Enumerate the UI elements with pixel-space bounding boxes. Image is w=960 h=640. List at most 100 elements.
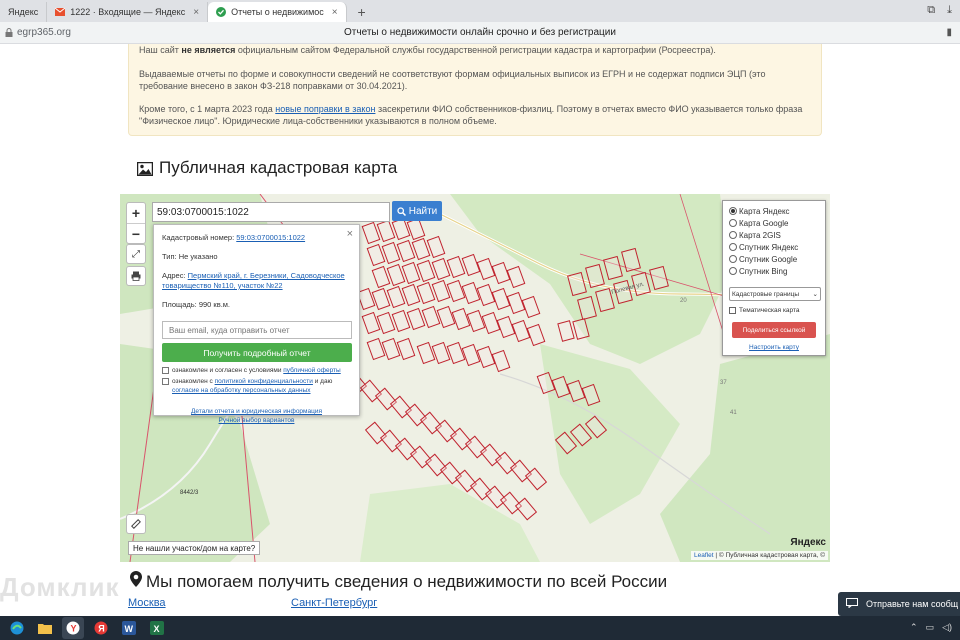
radio-button[interactable]: [729, 255, 737, 263]
system-tray: ⌃ ▭ ◁): [910, 622, 952, 633]
mail-icon: [55, 7, 66, 17]
yandex-icon[interactable]: Я: [90, 617, 112, 639]
map-attribution: Leaflet | © Публичная кадастровая карта,…: [691, 551, 828, 560]
layer-label: Спутник Bing: [739, 266, 788, 276]
privacy-checkbox[interactable]: [162, 378, 169, 385]
cadastral-search-input[interactable]: [152, 202, 390, 222]
layer-option-yandex-satellite[interactable]: Спутник Яндекс: [729, 241, 819, 253]
watermark: Домклик: [0, 572, 120, 602]
leaflet-link[interactable]: Leaflet: [694, 552, 714, 559]
radio-button[interactable]: [729, 243, 737, 251]
radio-button[interactable]: [729, 219, 737, 227]
ruler-icon: [131, 519, 141, 529]
tab-egrp[interactable]: Отчеты о недвижимос ×: [208, 2, 347, 22]
personal-data-consent-link[interactable]: согласие на обработку персональных данны…: [172, 387, 311, 394]
report-details-link[interactable]: Детали отчета и юридическая информация: [191, 408, 322, 415]
collections-icon[interactable]: ⧉: [927, 4, 935, 17]
layer-option-2gis-map[interactable]: Карта 2GIS: [729, 229, 819, 241]
chevron-down-icon: ⌄: [812, 291, 818, 298]
chevron-up-icon[interactable]: ⌃: [910, 622, 918, 633]
svg-text:Y: Y: [71, 624, 77, 634]
download-icon[interactable]: ⤓: [947, 4, 952, 17]
tab-label: 1222 · Входящие — Яндекс: [70, 7, 186, 17]
radio-button[interactable]: [729, 267, 737, 275]
layer-option-yandex-map[interactable]: Карта Яндекс: [729, 205, 819, 217]
notice-paragraph-1: Наш сайт не является официальным сайтом …: [139, 44, 809, 56]
overlay-select[interactable]: Кадастровые границы ⌄: [729, 287, 821, 301]
layer-option-bing-satellite[interactable]: Спутник Bing: [729, 265, 819, 277]
svg-text:37: 37: [720, 380, 727, 386]
city-link-moscow[interactable]: Москва: [128, 597, 166, 609]
yandex-logo[interactable]: Яндекс: [790, 537, 826, 548]
close-icon[interactable]: ×: [332, 7, 338, 18]
notice-paragraph-3: Кроме того, с 1 марта 2023 года новые по…: [139, 103, 809, 127]
radio-button[interactable]: [729, 207, 737, 215]
word-icon[interactable]: W: [118, 617, 140, 639]
expand-icon: ⤢: [132, 248, 140, 260]
excel-icon[interactable]: X: [146, 617, 168, 639]
chat-widget[interactable]: Отправьте нам сообщ: [838, 592, 960, 616]
tab-yandex[interactable]: Яндекс: [0, 2, 48, 22]
section-title-text: Публичная кадастровая карта: [159, 158, 398, 177]
ruler-button[interactable]: [126, 514, 146, 534]
file-explorer-icon[interactable]: [34, 617, 56, 639]
svg-text:X: X: [154, 624, 160, 634]
cadastral-map[interactable]: Полевая ул. 8442/3 20 37 41 + − ⤢ Найти …: [120, 194, 830, 562]
layer-option-google-map[interactable]: Карта Google: [729, 217, 819, 229]
address-link[interactable]: Пермский край, г. Березники, Садоводческ…: [162, 271, 345, 290]
close-icon[interactable]: ×: [347, 228, 353, 240]
privacy-label: и даю: [312, 378, 333, 385]
volume-icon[interactable]: ◁): [942, 622, 952, 633]
find-button-label: Найти: [408, 205, 438, 217]
cad-number-link[interactable]: 59:03:0700015:1022: [236, 233, 305, 242]
manual-choice-link[interactable]: Ручной выбор вариантов: [219, 417, 295, 424]
not-found-button[interactable]: Не нашли участок/дом на карте?: [128, 541, 261, 555]
network-icon[interactable]: ▭: [926, 622, 935, 633]
zoom-out-button[interactable]: −: [127, 223, 145, 243]
map-pin-icon: [130, 571, 142, 592]
notice-paragraph-2: Выдаваемые отчеты по форме и совокупност…: [139, 69, 766, 91]
find-button[interactable]: Найти: [392, 201, 442, 221]
yandex-browser-icon[interactable]: Y: [62, 617, 84, 639]
public-offer-link[interactable]: публичной оферты: [283, 367, 340, 374]
edge-icon[interactable]: [6, 617, 28, 639]
close-icon[interactable]: ×: [193, 7, 199, 18]
disclaimer-notice: Наш сайт не является официальным сайтом …: [128, 44, 822, 136]
notice-text: официальным сайтом Федеральной службы го…: [235, 45, 716, 55]
offer-checkbox[interactable]: [162, 367, 169, 374]
layer-label: Карта Яндекс: [739, 206, 790, 216]
chat-widget-label: Отправьте нам сообщ: [866, 599, 959, 609]
fullscreen-button[interactable]: ⤢: [126, 244, 146, 264]
image-icon: [136, 161, 154, 177]
cad-number-row: Кадастровый номер: 59:03:0700015:1022: [162, 233, 351, 243]
area-row: Площадь: 990 кв.м.: [162, 300, 351, 310]
notice-bold: не является: [181, 45, 236, 55]
print-button[interactable]: [126, 266, 146, 286]
get-report-button[interactable]: Получить подробный отчет: [162, 343, 352, 362]
window-controls: ⧉ ⤓: [927, 4, 952, 17]
radio-button[interactable]: [729, 231, 737, 239]
browser-tab-strip: Яндекс 1222 · Входящие — Яндекс × Отчеты…: [0, 0, 960, 22]
zoom-in-button[interactable]: +: [127, 203, 145, 223]
svg-text:41: 41: [730, 410, 737, 416]
url-text[interactable]: egrp365.org: [17, 27, 71, 38]
new-tab-button[interactable]: +: [353, 3, 371, 21]
share-link-button[interactable]: Поделиться ссылкой: [732, 322, 816, 338]
thematic-map-row[interactable]: Тематическая карта: [729, 307, 819, 314]
thematic-checkbox[interactable]: [729, 307, 736, 314]
law-amendments-link[interactable]: новые поправки в закон: [275, 104, 375, 114]
notice-text: Кроме того, с 1 марта 2023 года: [139, 104, 276, 114]
overlay-select-value: Кадастровые границы: [732, 290, 800, 298]
privacy-policy-link[interactable]: политикой конфиденциальности: [215, 378, 313, 385]
tab-label: Отчеты о недвижимос: [231, 7, 324, 17]
svg-text:8442/3: 8442/3: [180, 490, 199, 496]
city-link-spb[interactable]: Санкт-Петербург: [291, 597, 377, 609]
search-icon: [397, 206, 406, 216]
layer-label: Карта Google: [739, 218, 789, 228]
bookmark-icon[interactable]: ▮: [946, 27, 952, 38]
email-field[interactable]: [162, 321, 352, 339]
tab-mail[interactable]: 1222 · Входящие — Яндекс ×: [47, 2, 209, 22]
layer-option-google-satellite[interactable]: Спутник Google: [729, 253, 819, 265]
lock-icon[interactable]: [4, 28, 14, 38]
setup-map-link[interactable]: Настроить карту: [729, 344, 819, 351]
